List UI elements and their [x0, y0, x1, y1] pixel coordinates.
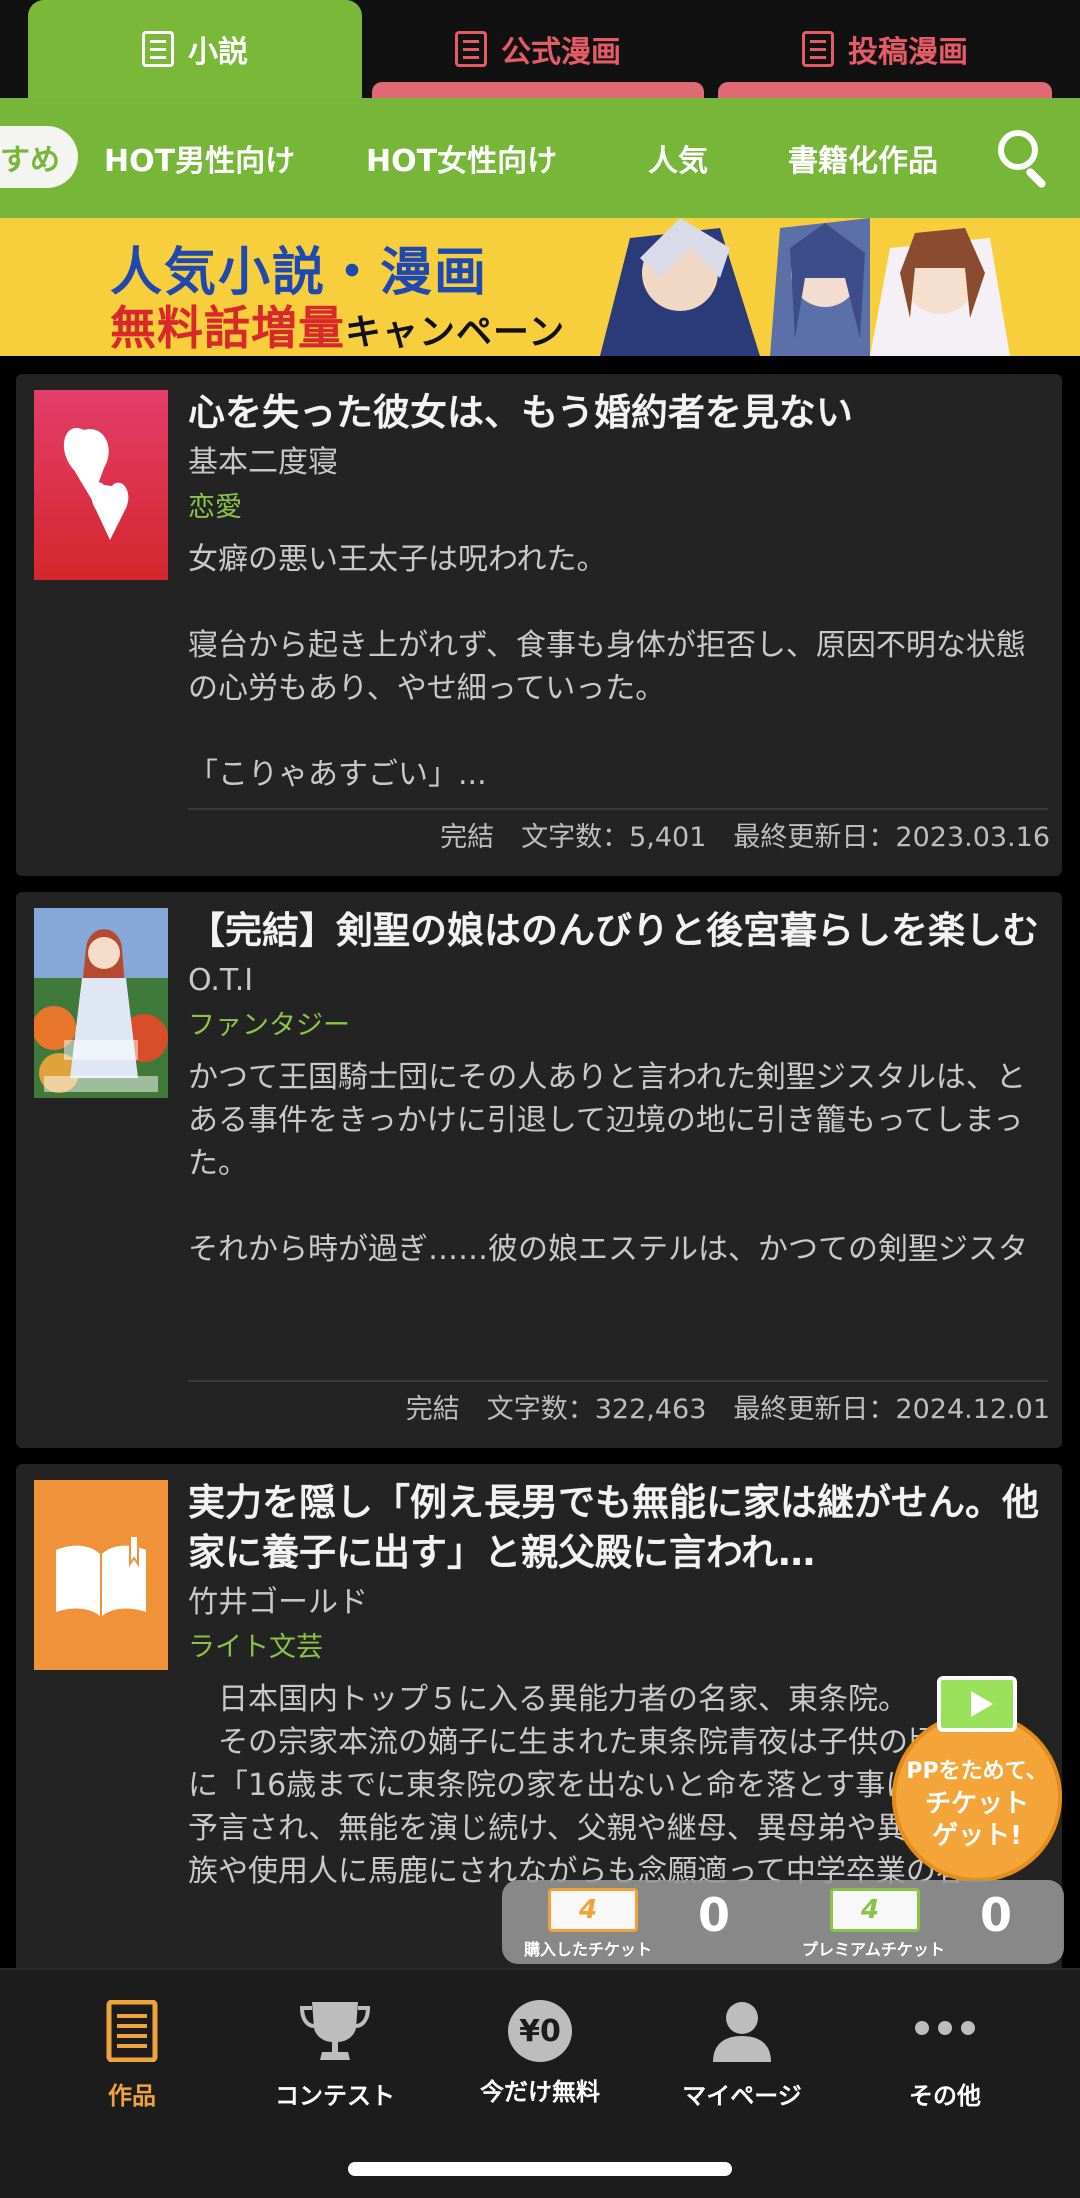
nav-label: 今だけ無料	[480, 2078, 600, 2106]
category-recommended[interactable]: すめ	[0, 126, 78, 188]
manga-icon	[802, 31, 834, 67]
work-status: 完結	[440, 822, 495, 853]
category-label: すめ	[0, 143, 60, 178]
banner-highlight: 無料話増量	[110, 301, 345, 355]
ticket-summary[interactable]: 4 購入したチケット 0 4 プレミアムチケット 0	[502, 1880, 1064, 1964]
category-nav: すめ HOT男性向け HOT女性向け 人気 書籍化作品	[0, 98, 1080, 218]
ticket-icon: 4	[548, 1888, 638, 1932]
campaign-banner[interactable]: 人気小説・漫画 無料話増量キャンペーン	[0, 218, 1080, 356]
divider	[188, 1380, 1048, 1382]
promo-line: PPをためて、	[906, 1759, 1048, 1784]
work-thumbnail	[34, 1480, 168, 1670]
tab-label: 投稿漫画	[848, 35, 968, 70]
work-author[interactable]: 竹井ゴールド	[188, 1580, 1048, 1626]
category-hot-male[interactable]: HOT男性向け	[104, 98, 295, 218]
banner-characters-illustration	[570, 218, 1010, 356]
tab-official-manga[interactable]: 公式漫画	[372, 0, 704, 98]
work-card[interactable]: 【完結】剣聖の娘はのんびりと後宮暮らしを楽しむ O.T.I ファンタジー かつて…	[16, 892, 1062, 1448]
search-button[interactable]	[994, 126, 1056, 190]
work-thumbnail	[34, 908, 168, 1098]
nav-label: コンテスト	[275, 2082, 395, 2110]
nav-free-now[interactable]: ¥0 今だけ無料	[465, 2000, 615, 2107]
promo-line: チケット	[924, 1789, 1029, 1819]
nav-mypage[interactable]: マイページ	[667, 2000, 817, 2111]
work-info: 実力を隠し「例え長男でも無能に家は継がせん。他家に養子に出す」と親父殿に言われ……	[188, 1478, 1048, 1936]
premium-ticket-icon: 4	[830, 1888, 920, 1932]
tab-label: 小説	[188, 35, 248, 70]
work-genre: 恋愛	[188, 492, 242, 523]
category-hot-female[interactable]: HOT女性向け	[366, 98, 557, 218]
purchased-ticket-count: 0	[698, 1888, 731, 1942]
tab-label: 公式漫画	[501, 35, 621, 70]
work-genre: ファンタジー	[188, 1010, 350, 1041]
work-updated: 最終更新日：2024.12.01	[733, 1394, 1050, 1425]
work-title[interactable]: 実力を隠し「例え長男でも無能に家は継がせん。他家に養子に出す」と親父殿に言われ…	[188, 1478, 1048, 1578]
divider	[188, 808, 1048, 810]
work-card[interactable]: 心を失った彼女は、もう婚約者を見ない 基本二度寝 恋愛 女癖の悪い王太子は呪われ…	[16, 374, 1062, 876]
work-info: 心を失った彼女は、もう婚約者を見ない 基本二度寝 恋愛 女癖の悪い王太子は呪われ…	[188, 388, 1048, 796]
yen-badge: ¥0	[519, 2013, 561, 2049]
promo-text: PPをためて、 チケット ゲット!	[892, 1756, 1062, 1852]
work-info: 【完結】剣聖の娘はのんびりと後宮暮らしを楽しむ O.T.I ファンタジー かつて…	[188, 906, 1048, 1274]
work-meta: 完結 文字数：322,463 最終更新日：2024.12.01	[406, 1387, 1050, 1426]
video-icon	[937, 1676, 1017, 1732]
nav-contest[interactable]: コンテスト	[260, 2000, 410, 2111]
home-indicator[interactable]	[348, 2162, 732, 2176]
premium-ticket-label: プレミアムチケット	[802, 1940, 945, 1959]
nav-label: その他	[909, 2082, 981, 2110]
yen-zero-icon: ¥0	[508, 2000, 572, 2062]
work-title[interactable]: 【完結】剣聖の娘はのんびりと後宮暮らしを楽しむ	[188, 906, 1048, 956]
more-icon	[915, 2021, 975, 2035]
top-tab-bar: 小説 公式漫画 投稿漫画	[0, 0, 1080, 98]
work-char-count: 文字数：322,463	[486, 1394, 707, 1425]
work-synopsis: 女癖の悪い王太子は呪われた。 寝台から起き上がれず、食事も身体が拒否し、原因不明…	[188, 542, 1026, 792]
nav-label: 作品	[108, 2082, 156, 2110]
work-genre: ライト文芸	[188, 1632, 323, 1663]
document-icon	[106, 1999, 158, 2063]
work-char-count: 文字数：5,401	[521, 822, 707, 853]
category-published[interactable]: 書籍化作品	[788, 98, 938, 218]
document-icon	[142, 31, 174, 67]
premium-ticket-count: 0	[980, 1888, 1013, 1942]
nav-label: マイページ	[682, 2082, 802, 2110]
work-status: 完結	[405, 1394, 460, 1425]
work-thumbnail	[34, 390, 168, 580]
work-meta: 完結 文字数：5,401 最終更新日：2023.03.16	[440, 815, 1050, 854]
trophy-icon	[299, 2002, 371, 2060]
work-synopsis: かつて王国騎士団にその人ありと言われた剣聖ジスタルは、とある事件をきっかけに引退…	[188, 1060, 1028, 1267]
work-author[interactable]: O.T.I	[188, 958, 1048, 1004]
work-title[interactable]: 心を失った彼女は、もう婚約者を見ない	[188, 388, 1048, 438]
work-updated: 最終更新日：2023.03.16	[733, 822, 1050, 853]
banner-suffix: キャンペーン	[345, 312, 566, 353]
tab-novels[interactable]: 小説	[28, 0, 362, 98]
category-popular[interactable]: 人気	[648, 98, 708, 218]
pp-ticket-promo-button[interactable]: PPをためて、 チケット ゲット!	[892, 1676, 1062, 1882]
nav-other[interactable]: その他	[870, 2000, 1020, 2111]
purchased-ticket-label: 購入したチケット	[524, 1940, 653, 1959]
nav-works[interactable]: 作品	[57, 1999, 207, 2111]
work-author[interactable]: 基本二度寝	[188, 440, 1048, 486]
person-icon	[713, 2002, 771, 2062]
banner-subline: 無料話増量キャンペーン	[110, 292, 565, 356]
promo-line: ゲット!	[932, 1821, 1022, 1851]
manga-icon	[455, 31, 487, 67]
tab-posted-manga[interactable]: 投稿漫画	[718, 0, 1052, 98]
